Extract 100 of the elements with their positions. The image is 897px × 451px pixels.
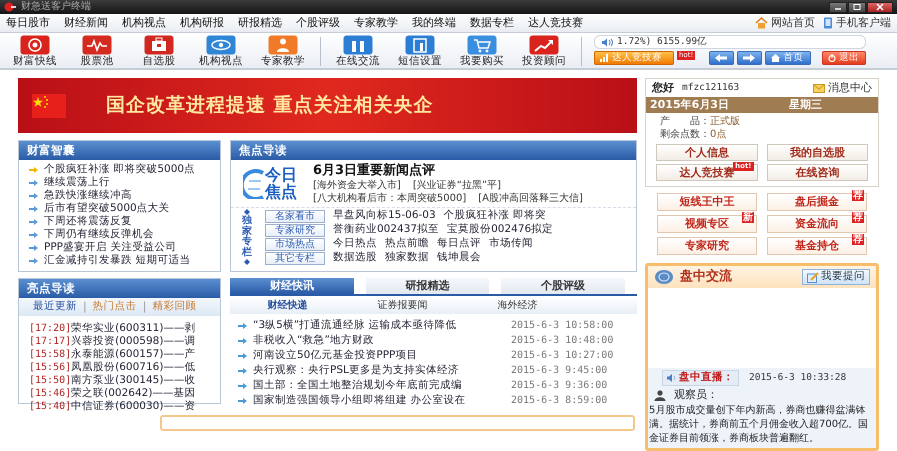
column-link[interactable]: 今日热点	[333, 237, 377, 251]
news-link[interactable]: PPP盛宴开启 关注受益公司	[44, 240, 176, 254]
feature-button[interactable]: 专家研究	[657, 237, 757, 256]
toolbar-button[interactable]: 专家教学	[252, 35, 314, 68]
news-link[interactable]: 汇金减持引发暴跌 短期可适当	[44, 254, 190, 268]
column-link[interactable]: 个股疯狂补涨 即将突	[444, 209, 546, 223]
column-link[interactable]: 热点前瞻	[385, 237, 429, 251]
column-link[interactable]: 早盘风向标15-06-03	[333, 209, 436, 223]
sub-tab[interactable]: 证券报要闻	[345, 298, 460, 312]
menu-item[interactable]: 研报精选	[238, 16, 282, 30]
menu-item[interactable]: 个股评级	[296, 16, 340, 30]
menu-item[interactable]: 达人竞技赛	[528, 16, 583, 30]
column-link[interactable]: 每日点评	[437, 237, 481, 251]
news-link[interactable]: 中信证券(600030)——资	[71, 400, 196, 412]
tab[interactable]: 研报精选	[366, 278, 490, 294]
toolbar-button[interactable]: 我要购买	[451, 35, 513, 68]
news-time: 2015-6-3 8:59:00	[511, 394, 608, 407]
account-button[interactable]: 在线咨询	[766, 164, 868, 182]
field-label: 剩余点数：	[660, 129, 710, 140]
panel-title: 焦点导读	[231, 141, 636, 160]
toolbar-button[interactable]: 投资顾问	[513, 35, 575, 68]
menu-item[interactable]: 我的终端	[412, 16, 456, 30]
feature-button[interactable]: 短线王中王	[657, 193, 757, 212]
toolbar-button[interactable]: 股票池	[66, 35, 128, 68]
news-link[interactable]: “3纵5横”打通流通经脉 运输成本亟待降低	[253, 318, 505, 332]
panel-title: 财富智囊	[19, 141, 220, 160]
news-link[interactable]: 兴蓉投资(000598)——调	[71, 335, 196, 347]
house-icon	[755, 16, 768, 29]
sub-tab[interactable]: 财经快递	[230, 298, 345, 312]
headline-link[interactable]: 6月3日重要新闻点评	[313, 163, 595, 179]
cart-icon	[467, 35, 497, 55]
news-link[interactable]: 凤凰股份(600716)——低	[71, 361, 196, 373]
news-link[interactable]: 个股疯狂补涨 即将突破5000点	[44, 162, 196, 176]
news-link[interactable]: 河南设立50亿元基金投资PPP项目	[253, 348, 505, 362]
column-link[interactable]: 独家数据	[385, 251, 429, 265]
toolbar-button[interactable]: 机构视点	[190, 35, 252, 68]
live-label: 盘中直播：	[679, 371, 734, 385]
news-link[interactable]: [兴业证券“拉黑”平]	[412, 179, 501, 192]
news-link[interactable]: 下周还将震荡反复	[44, 214, 132, 228]
news-link[interactable]: 永泰能源(600157)——产	[71, 348, 196, 360]
news-link[interactable]: 急跌快涨继续冲高	[44, 188, 132, 202]
news-link[interactable]: 国土部：全国土地整治规划今年底前完成编	[253, 378, 505, 392]
left-arrow-icon	[715, 54, 728, 62]
website-home-link[interactable]: 网站首页	[755, 16, 815, 30]
ask-question-button[interactable]: 我要提问	[802, 269, 870, 286]
column-tag-button[interactable]: 名家看市	[265, 210, 325, 222]
column-link[interactable]: 宝莫股份002476拟定	[447, 223, 554, 237]
column-link[interactable]: 市场传闻	[489, 237, 533, 251]
input-field[interactable]	[160, 415, 635, 431]
news-link[interactable]: 下周仍有继续反弹机会	[44, 228, 154, 242]
message-center-link[interactable]: 消息中心	[813, 81, 872, 96]
live-time: 2015-6-3 10:33:28	[749, 372, 846, 384]
forward-button[interactable]	[737, 51, 762, 65]
mobile-client-link[interactable]: 手机客户端	[823, 16, 891, 30]
news-link[interactable]: 继续震荡上行	[44, 176, 110, 190]
news-link[interactable]: 后市有望突破5000点大关	[44, 202, 170, 216]
back-button[interactable]	[709, 51, 734, 65]
news-link[interactable]: 南方泵业(300145)——收	[71, 374, 196, 386]
menu-item[interactable]: 机构视点	[122, 16, 166, 30]
column-tag-button[interactable]: 其它专栏	[265, 252, 325, 264]
column-link[interactable]: 数据选股	[333, 251, 377, 265]
toolbar-button[interactable]: 短信设置	[389, 35, 451, 68]
news-link[interactable]: [A股冲高回落释三大信]	[478, 192, 583, 205]
minimize-button[interactable]	[829, 2, 847, 12]
maximize-button[interactable]	[848, 2, 866, 12]
toolbar-button[interactable]: 自选股	[128, 35, 190, 68]
column-tag-button[interactable]: 专家研究	[265, 224, 325, 236]
tab[interactable]: 最近更新	[33, 300, 77, 314]
right-arrow-icon	[743, 54, 756, 62]
menu-item[interactable]: 机构研报	[180, 16, 224, 30]
menu-item[interactable]: 每日股市	[6, 16, 50, 30]
globe-icon	[243, 169, 265, 199]
news-link[interactable]: 非税收入“救急”地方财政	[253, 334, 505, 348]
tab[interactable]: 个股评级	[501, 278, 626, 294]
tab-separator: |	[142, 300, 146, 314]
column-link[interactable]: 誉衡药业002437拟至	[333, 223, 440, 237]
news-link[interactable]: [八大机构看后市：本周突破5000]	[313, 192, 466, 205]
account-button[interactable]: 我的自选股	[766, 144, 868, 162]
menu-item[interactable]: 财经新闻	[64, 16, 108, 30]
account-button[interactable]: 个人信息	[656, 144, 758, 162]
close-button[interactable]	[867, 2, 893, 12]
speaker-icon	[601, 38, 613, 46]
briefcase-icon	[144, 35, 174, 55]
column-tag-button[interactable]: 市场热点	[265, 238, 325, 250]
news-link[interactable]: 荣华实业(600311)——剥	[71, 322, 196, 334]
bar-chart-icon	[600, 54, 609, 62]
phone-icon	[823, 16, 833, 29]
column-link[interactable]: 钱坤晨会	[437, 251, 481, 265]
weekday-text: 星期三	[788, 97, 822, 114]
news-link[interactable]: 央行观察：央行PSL更多是为支持实体经济	[253, 364, 505, 378]
toolbar-button[interactable]: 在线交流	[327, 35, 389, 68]
news-link[interactable]: 国家制造强国领导小组即将组建 办公室设在	[253, 394, 505, 408]
field-label: 产 品：	[660, 116, 710, 128]
news-link[interactable]: [海外资金大举入市]	[313, 179, 401, 192]
news-link[interactable]: 荣之联(002642)——基因	[71, 387, 196, 399]
menu-item[interactable]: 专家教学	[354, 16, 398, 30]
tab[interactable]: 财经快讯	[230, 278, 354, 294]
menu-item[interactable]: 数据专栏	[470, 16, 514, 30]
toolbar-button[interactable]: 财富快线	[4, 35, 66, 68]
sub-tab[interactable]: 海外经济	[460, 298, 575, 312]
